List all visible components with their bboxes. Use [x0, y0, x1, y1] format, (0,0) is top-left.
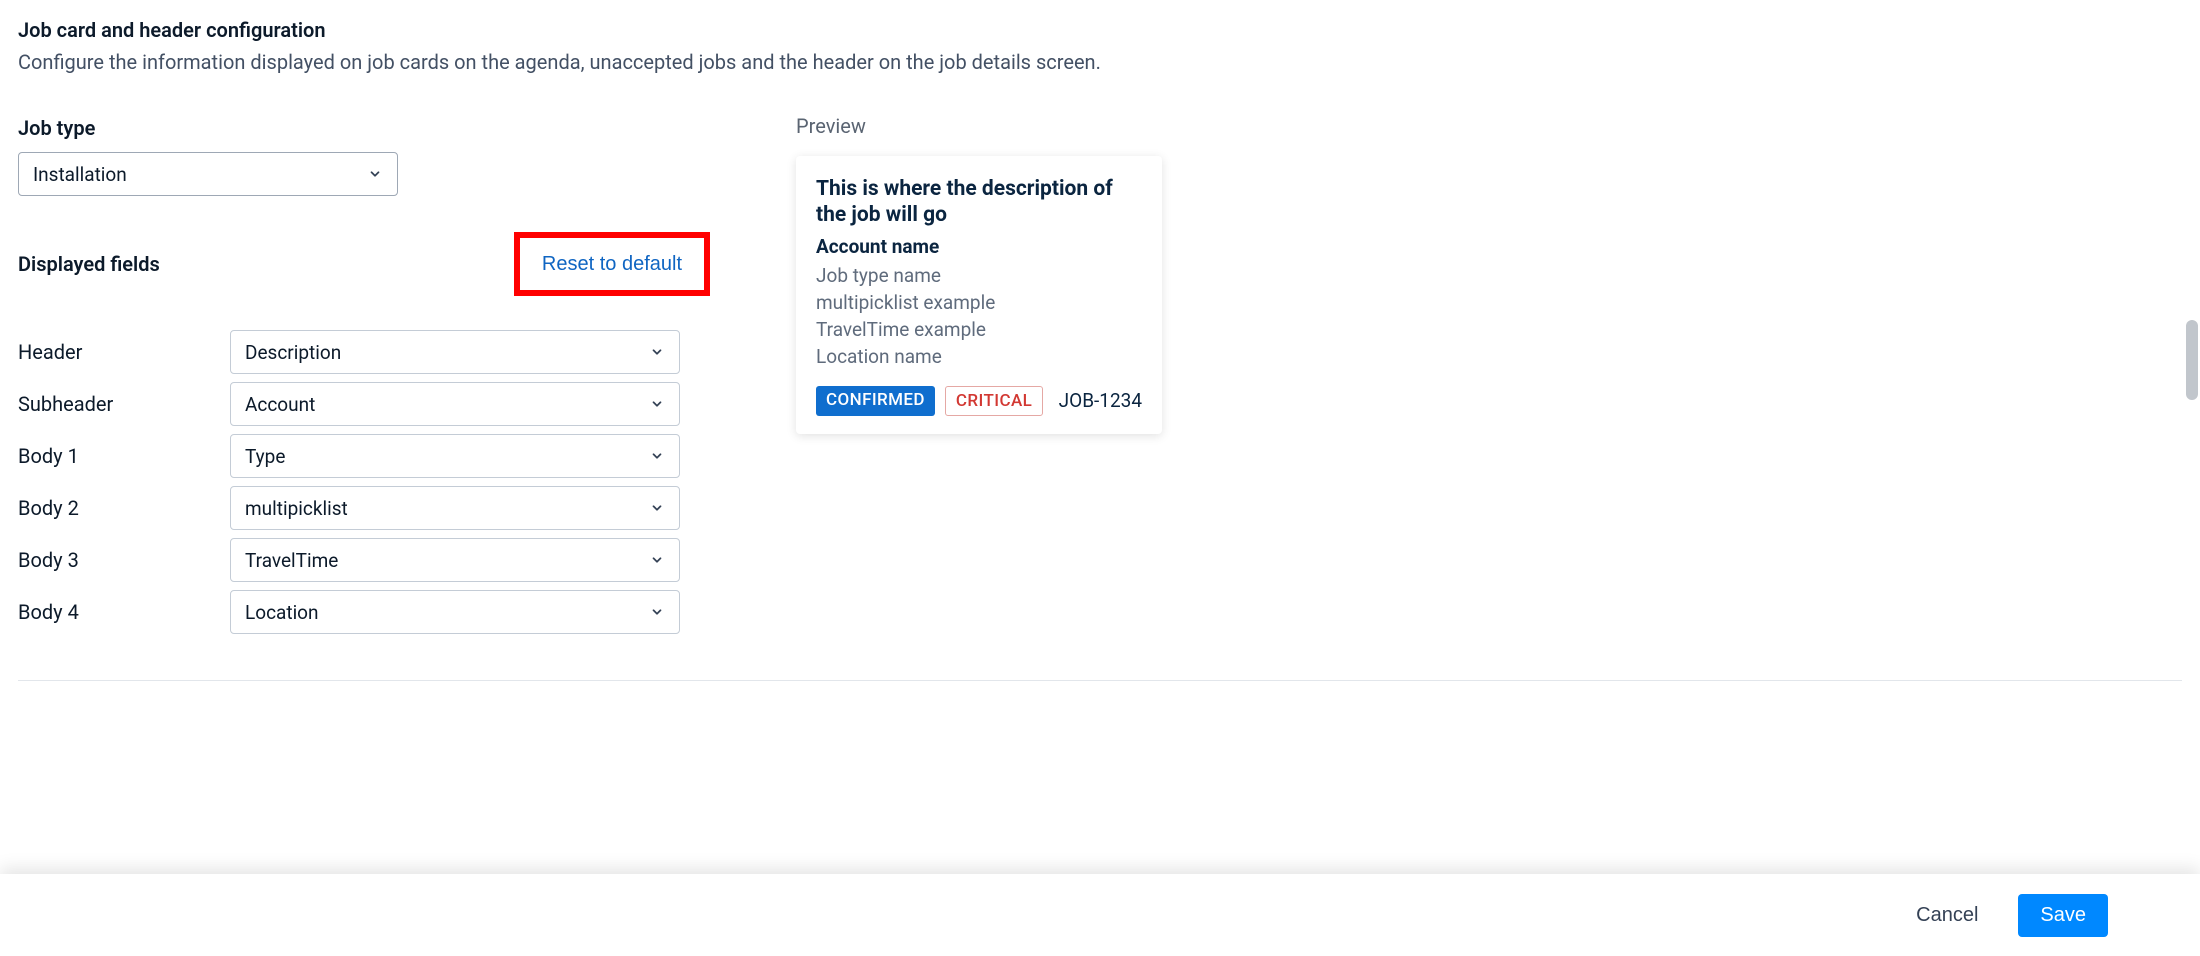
field-row-label: Body 3 [18, 548, 230, 572]
footer-bar: Cancel Save [0, 874, 2200, 956]
field-row-body4: Body 4 Location [18, 590, 778, 634]
save-button[interactable]: Save [2018, 894, 2108, 937]
select-value: Description [245, 341, 341, 364]
subheader-field-select[interactable]: Account [230, 382, 680, 426]
scrollbar-thumb[interactable] [2186, 320, 2198, 400]
reset-to-default-button[interactable]: Reset to default [542, 253, 682, 276]
preview-label: Preview [796, 114, 1162, 138]
cancel-button[interactable]: Cancel [1910, 903, 1984, 928]
body4-field-select[interactable]: Location [230, 590, 680, 634]
select-value: multipicklist [245, 497, 348, 520]
body2-field-select[interactable]: multipicklist [230, 486, 680, 530]
preview-line: multipicklist example [816, 291, 1142, 314]
field-row-label: Body 2 [18, 496, 230, 520]
field-row-label: Subheader [18, 392, 230, 416]
field-row-body3: Body 3 TravelTime [18, 538, 778, 582]
body3-field-select[interactable]: TravelTime [230, 538, 680, 582]
chevron-down-icon [367, 166, 383, 182]
preview-card: This is where the description of the job… [796, 156, 1162, 434]
preview-line: Job type name [816, 264, 1142, 287]
preview-column: Preview This is where the description of… [796, 114, 1162, 434]
job-type-select[interactable]: Installation [18, 152, 398, 196]
field-row-subheader: Subheader Account [18, 382, 778, 426]
section-title: Job card and header configuration [18, 18, 2182, 42]
chevron-down-icon [649, 396, 665, 412]
field-row-header: Header Description [18, 330, 778, 374]
job-type-label: Job type [18, 116, 778, 140]
page: Job card and header configuration Config… [0, 0, 2200, 956]
chevron-down-icon [649, 448, 665, 464]
chevron-down-icon [649, 500, 665, 516]
field-row-label: Body 4 [18, 600, 230, 624]
chevron-down-icon [649, 552, 665, 568]
field-row-label: Body 1 [18, 444, 230, 468]
job-type-value: Installation [33, 163, 127, 186]
chevron-down-icon [649, 604, 665, 620]
select-value: Location [245, 601, 319, 624]
preview-title: This is where the description of the job… [816, 176, 1142, 229]
status-badge-critical: CRITICAL [945, 386, 1043, 416]
preview-line: TravelTime example [816, 318, 1142, 341]
select-value: Type [245, 445, 285, 468]
header-field-select[interactable]: Description [230, 330, 680, 374]
preview-subtitle: Account name [816, 235, 1142, 258]
field-row-body1: Body 1 Type [18, 434, 778, 478]
chevron-down-icon [649, 344, 665, 360]
select-value: Account [245, 393, 315, 416]
reset-highlight-box: Reset to default [514, 232, 710, 296]
field-row-label: Header [18, 340, 230, 364]
field-row-body2: Body 2 multipicklist [18, 486, 778, 530]
displayed-fields-title: Displayed fields [18, 252, 160, 276]
content-area: Job card and header configuration Config… [0, 0, 2200, 681]
divider [18, 680, 2182, 681]
section-subtitle: Configure the information displayed on j… [18, 50, 2182, 74]
status-badge-confirmed: CONFIRMED [816, 386, 935, 416]
fields-header: Displayed fields Reset to default [18, 232, 710, 296]
badges: CONFIRMED CRITICAL [816, 386, 1043, 416]
job-id: JOB-1234 [1059, 389, 1142, 412]
preview-footer: CONFIRMED CRITICAL JOB-1234 [816, 386, 1142, 416]
select-value: TravelTime [245, 549, 338, 572]
config-column: Job type Installation Displayed fields R… [18, 114, 778, 642]
body1-field-select[interactable]: Type [230, 434, 680, 478]
preview-line: Location name [816, 345, 1142, 368]
